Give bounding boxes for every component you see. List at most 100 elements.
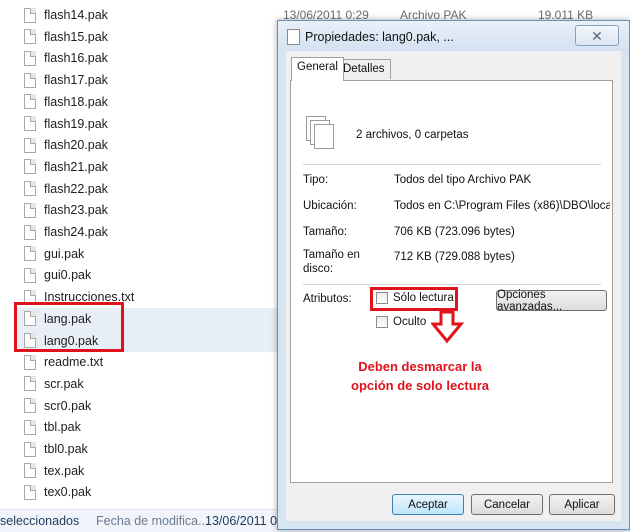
file-row[interactable]: flash17.pak [14, 69, 284, 91]
cancel-button[interactable]: Cancelar [471, 494, 543, 515]
status-modified-label: Fecha de modifica... [96, 514, 209, 528]
file-icon [24, 398, 36, 414]
file-row[interactable]: flash18.pak [14, 91, 284, 113]
location-value: Todos en C:\Program Files (x86)\DBO\loca… [394, 200, 610, 212]
file-name: flash19.pak [44, 116, 108, 131]
close-icon: ✕ [591, 27, 603, 44]
location-label: Ubicación: [303, 200, 357, 212]
divider [303, 164, 601, 165]
annotation-line2: opción de solo lectura [351, 378, 489, 393]
size-label: Tamaño: [303, 226, 348, 238]
ok-button[interactable]: Aceptar [392, 494, 464, 515]
divider [303, 284, 601, 285]
file-name: flash15.pak [44, 29, 108, 44]
file-icon [24, 246, 36, 262]
file-name: flash14.pak [44, 8, 108, 22]
file-row[interactable]: flash21.pak [14, 156, 284, 178]
file-row[interactable]: tex0.pak [14, 481, 284, 503]
file-row[interactable]: tbl.pak [14, 416, 284, 438]
status-modified-value: 13/06/2011 0 [205, 514, 278, 528]
properties-dialog: Propiedades: lang0.pak, ... ✕ General De… [277, 20, 630, 530]
file-icon [24, 463, 36, 479]
file-name: gui0.pak [44, 268, 92, 283]
attributes-label: Atributos: [303, 293, 352, 305]
apply-button[interactable]: Aplicar [549, 494, 615, 515]
file-row[interactable]: flash14.pak [14, 4, 284, 26]
file-icon [24, 202, 36, 218]
dialog-titlebar[interactable]: Propiedades: lang0.pak, ... ✕ [278, 21, 629, 51]
file-icon [24, 159, 36, 175]
file-icon [24, 224, 36, 240]
file-row[interactable]: flash19.pak [14, 113, 284, 135]
file-name: flash23.pak [44, 203, 108, 218]
file-row[interactable]: flash15.pak [14, 26, 284, 48]
type-label: Tipo: [303, 174, 329, 186]
file-icon [24, 137, 36, 153]
multiple-files-icon [306, 116, 336, 150]
document-icon [287, 29, 300, 45]
file-name: flash16.pak [44, 51, 108, 66]
file-icon [24, 181, 36, 197]
annotation-line1: Deben desmarcar la [358, 359, 482, 374]
file-row[interactable]: tbl0.pak [14, 438, 284, 460]
file-name: tbl.pak [44, 420, 81, 435]
size-value: 706 KB (723.096 bytes) [394, 226, 515, 238]
status-selected: seleccionados [0, 514, 80, 528]
file-name: tex0.pak [44, 485, 92, 500]
file-icon [24, 441, 36, 457]
dialog-title: Propiedades: lang0.pak, ... [305, 30, 454, 44]
advanced-options-button[interactable]: Opciones avanzadas... [496, 289, 607, 313]
file-icon [24, 29, 36, 45]
file-name: gui.pak [44, 246, 85, 261]
file-row[interactable]: flash23.pak [14, 199, 284, 221]
file-icon [24, 267, 36, 283]
file-name: tbl0.pak [44, 442, 88, 456]
file-icon [24, 116, 36, 131]
file-name: scr0.pak [44, 398, 92, 413]
file-row[interactable]: flash16.pak [14, 47, 284, 69]
file-row[interactable]: tex.pak [14, 460, 284, 482]
tab-general[interactable]: General [291, 57, 344, 81]
type-value: Todos del tipo Archivo PAK [394, 174, 532, 186]
file-icon [24, 72, 36, 88]
file-row[interactable]: scr0.pak [14, 395, 284, 417]
file-name: flash20.pak [44, 138, 108, 153]
disk-size-value: 712 KB (729.088 bytes) [394, 251, 515, 263]
hidden-checkbox[interactable]: Oculto [376, 316, 426, 328]
annotation-text: Deben desmarcar la opción de solo lectur… [345, 357, 495, 395]
arrow-down-icon [431, 310, 465, 344]
file-row[interactable]: readme.txt [14, 351, 284, 373]
file-name: scr.pak [44, 376, 84, 391]
hidden-label: Oculto [393, 316, 427, 328]
file-name: tex.pak [44, 463, 85, 478]
file-icon [24, 376, 36, 392]
file-row[interactable]: gui0.pak [14, 264, 284, 286]
file-name: flash17.pak [44, 73, 108, 88]
selection-summary: 2 archivos, 0 carpetas [356, 129, 469, 141]
file-row[interactable]: flash20.pak [14, 134, 284, 156]
disk-size-label-line2: disco: [303, 263, 334, 275]
file-icon [24, 354, 36, 370]
close-button[interactable]: ✕ [575, 25, 619, 46]
file-row[interactable]: scr.pak [14, 373, 284, 395]
disk-size-label-line1: Tamaño en [303, 249, 360, 261]
file-name: flash24.pak [44, 225, 108, 239]
file-row[interactable]: gui.pak [14, 243, 284, 265]
file-row[interactable]: flash24.pak [14, 221, 284, 243]
file-row[interactable]: flash22.pak [14, 178, 284, 200]
general-panel: 2 archivos, 0 carpetas Tipo: Todos del t… [290, 80, 613, 483]
file-name: flash21.pak [44, 159, 108, 174]
file-name: readme.txt [44, 355, 104, 370]
file-icon [24, 7, 36, 23]
file-icon [24, 484, 36, 500]
file-icon [24, 94, 36, 110]
file-name: flash22.pak [44, 181, 108, 196]
tab-details[interactable]: Detalles [337, 59, 391, 79]
highlight-box-readonly [370, 287, 458, 311]
highlight-box-lang-files [14, 302, 124, 352]
file-icon [24, 419, 36, 435]
file-list: flash14.pak flash15.pak flash16.pak flash17… [0, 0, 284, 510]
file-icon [24, 50, 36, 66]
hidden-checkbox-box[interactable] [376, 316, 388, 328]
file-name: flash18.pak [44, 94, 108, 109]
